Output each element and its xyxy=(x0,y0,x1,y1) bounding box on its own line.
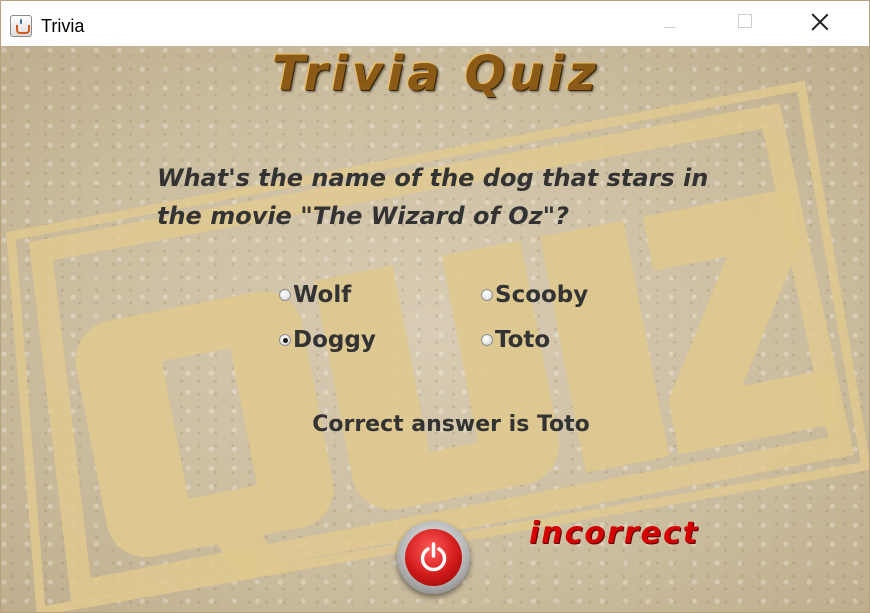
option-wolf[interactable]: Wolf xyxy=(279,282,351,308)
window-title: Trivia xyxy=(41,16,85,36)
maximize-button[interactable] xyxy=(723,1,769,46)
option-doggy[interactable]: Doggy xyxy=(279,327,376,353)
option-label: Doggy xyxy=(293,327,376,353)
title-bar[interactable]: Trivia xyxy=(1,1,869,46)
app-window: Trivia Trivia Quiz What's the name of th… xyxy=(0,0,870,613)
radio-toto[interactable] xyxy=(481,334,493,346)
radio-doggy[interactable] xyxy=(279,334,291,346)
result-text: incorrect xyxy=(529,516,700,551)
option-toto[interactable]: Toto xyxy=(481,327,550,353)
power-icon xyxy=(420,542,447,572)
radio-wolf[interactable] xyxy=(279,289,291,301)
close-button[interactable] xyxy=(797,1,843,46)
maximize-icon xyxy=(738,14,752,28)
option-label: Toto xyxy=(495,327,551,353)
option-label: Wolf xyxy=(293,282,352,308)
quiz-title: Trivia Quiz xyxy=(272,46,600,102)
option-label: Scooby xyxy=(495,282,589,308)
quiz-panel: Trivia Quiz What's the name of the dog t… xyxy=(1,46,869,612)
radio-scooby[interactable] xyxy=(481,289,493,301)
power-button[interactable] xyxy=(397,521,470,594)
option-scooby[interactable]: Scooby xyxy=(481,282,588,308)
question-text: What's the name of the dog that stars in… xyxy=(157,164,709,230)
correct-answer-text: Correct answer is Toto xyxy=(312,412,590,437)
minimize-button[interactable] xyxy=(647,1,693,46)
java-cup-icon xyxy=(10,15,32,37)
minimize-icon xyxy=(664,27,676,28)
